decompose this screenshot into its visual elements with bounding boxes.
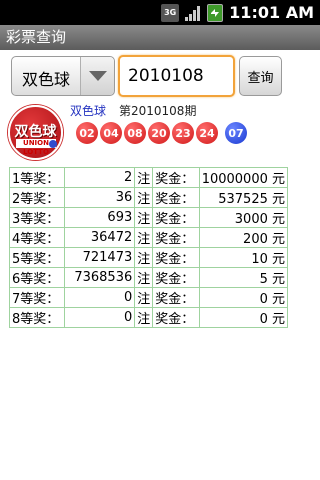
count-unit: 注 (134, 267, 154, 288)
prize-level: 4等奖： (9, 227, 65, 248)
prize-level: 1等奖： (9, 167, 65, 188)
prize-amount: 537525 元 (198, 187, 289, 208)
red-ball: 04 (100, 122, 122, 144)
winner-count: 693 (63, 207, 136, 228)
issue-label: 第2010108期 (119, 104, 197, 118)
prize-level: 6等奖： (9, 267, 65, 288)
winner-count: 0 (63, 287, 136, 308)
lottery-logo: 双色球 UNION LOTTO (8, 105, 63, 160)
count-unit: 注 (134, 247, 154, 268)
amount-label: 奖金： (152, 307, 200, 328)
count-unit: 注 (134, 227, 154, 248)
status-bar: 3G 11:01 AM (0, 0, 320, 25)
clock: 11:01 AM (229, 3, 314, 22)
table-row: 3等奖： 693 注 奖金： 3000 元 (9, 207, 289, 228)
prize-level: 8等奖： (9, 307, 65, 328)
prize-amount: 10000000 元 (198, 167, 289, 188)
prize-level: 7等奖： (9, 287, 65, 308)
count-unit: 注 (134, 207, 154, 228)
prize-table: 1等奖： 2 注 奖金： 10000000 元 2等奖： 36 注 奖金： 53… (9, 167, 289, 328)
winner-count: 36 (63, 187, 136, 208)
winner-count: 0 (63, 307, 136, 328)
red-ball: 23 (172, 122, 194, 144)
count-unit: 注 (134, 187, 154, 208)
winner-count: 2 (63, 167, 136, 188)
count-unit: 注 (134, 307, 154, 328)
red-ball: 08 (124, 122, 146, 144)
amount-label: 奖金： (152, 247, 200, 268)
blue-ball: 07 (225, 122, 247, 144)
winner-count: 7368536 (63, 267, 136, 288)
app-title-bar: 彩票查询 (0, 25, 320, 50)
amount-label: 奖金： (152, 187, 200, 208)
query-button-label: 查询 (247, 70, 274, 86)
signal-icon (184, 4, 202, 22)
prize-level: 2等奖： (9, 187, 65, 208)
prize-amount: 10 元 (198, 247, 289, 268)
table-row: 7等奖： 0 注 奖金： 0 元 (9, 287, 289, 308)
amount-label: 奖金： (152, 287, 200, 308)
winner-count: 36472 (63, 227, 136, 248)
table-row: 2等奖： 36 注 奖金： 537525 元 (9, 187, 289, 208)
red-ball: 20 (148, 122, 170, 144)
prize-amount: 0 元 (198, 307, 289, 328)
winning-numbers: 02 04 08 20 23 24 07 (76, 122, 249, 144)
prize-amount: 0 元 (198, 287, 289, 308)
winner-count: 721473 (63, 247, 136, 268)
prize-level: 5等奖： (9, 247, 65, 268)
clock-time: 11:01 (229, 3, 281, 22)
clock-ampm: AM (285, 3, 314, 22)
issue-number-input[interactable] (118, 55, 235, 97)
chevron-down-icon[interactable] (80, 57, 114, 95)
network-3g-icon: 3G (161, 3, 180, 22)
table-row: 4等奖： 36472 注 奖金： 200 元 (9, 227, 289, 248)
table-row: 5等奖： 721473 注 奖金： 10 元 (9, 247, 289, 268)
amount-label: 奖金： (152, 267, 200, 288)
count-unit: 注 (134, 167, 154, 188)
query-button[interactable]: 查询 (239, 56, 282, 96)
battery-icon (207, 3, 224, 22)
prize-amount: 200 元 (198, 227, 289, 248)
lottery-type-label: 双色球 (22, 70, 71, 89)
prize-amount: 5 元 (198, 267, 289, 288)
amount-label: 奖金： (152, 167, 200, 188)
logo-dot-icon (49, 140, 57, 148)
count-unit: 注 (134, 287, 154, 308)
red-ball: 02 (76, 122, 98, 144)
red-ball: 24 (196, 122, 218, 144)
amount-label: 奖金： (152, 207, 200, 228)
amount-label: 奖金： (152, 227, 200, 248)
table-row: 6等奖： 7368536 注 奖金： 5 元 (9, 267, 289, 288)
prize-amount: 3000 元 (198, 207, 289, 228)
table-row: 1等奖： 2 注 奖金： 10000000 元 (9, 167, 289, 188)
table-row: 8等奖： 0 注 奖金： 0 元 (9, 307, 289, 328)
lottery-type-spinner[interactable]: 双色球 (11, 56, 115, 96)
app-title: 彩票查询 (6, 28, 67, 46)
lottery-name: 双色球 (70, 104, 107, 118)
logo-text: 双色球 (14, 124, 57, 140)
prize-level: 3等奖： (9, 207, 65, 228)
